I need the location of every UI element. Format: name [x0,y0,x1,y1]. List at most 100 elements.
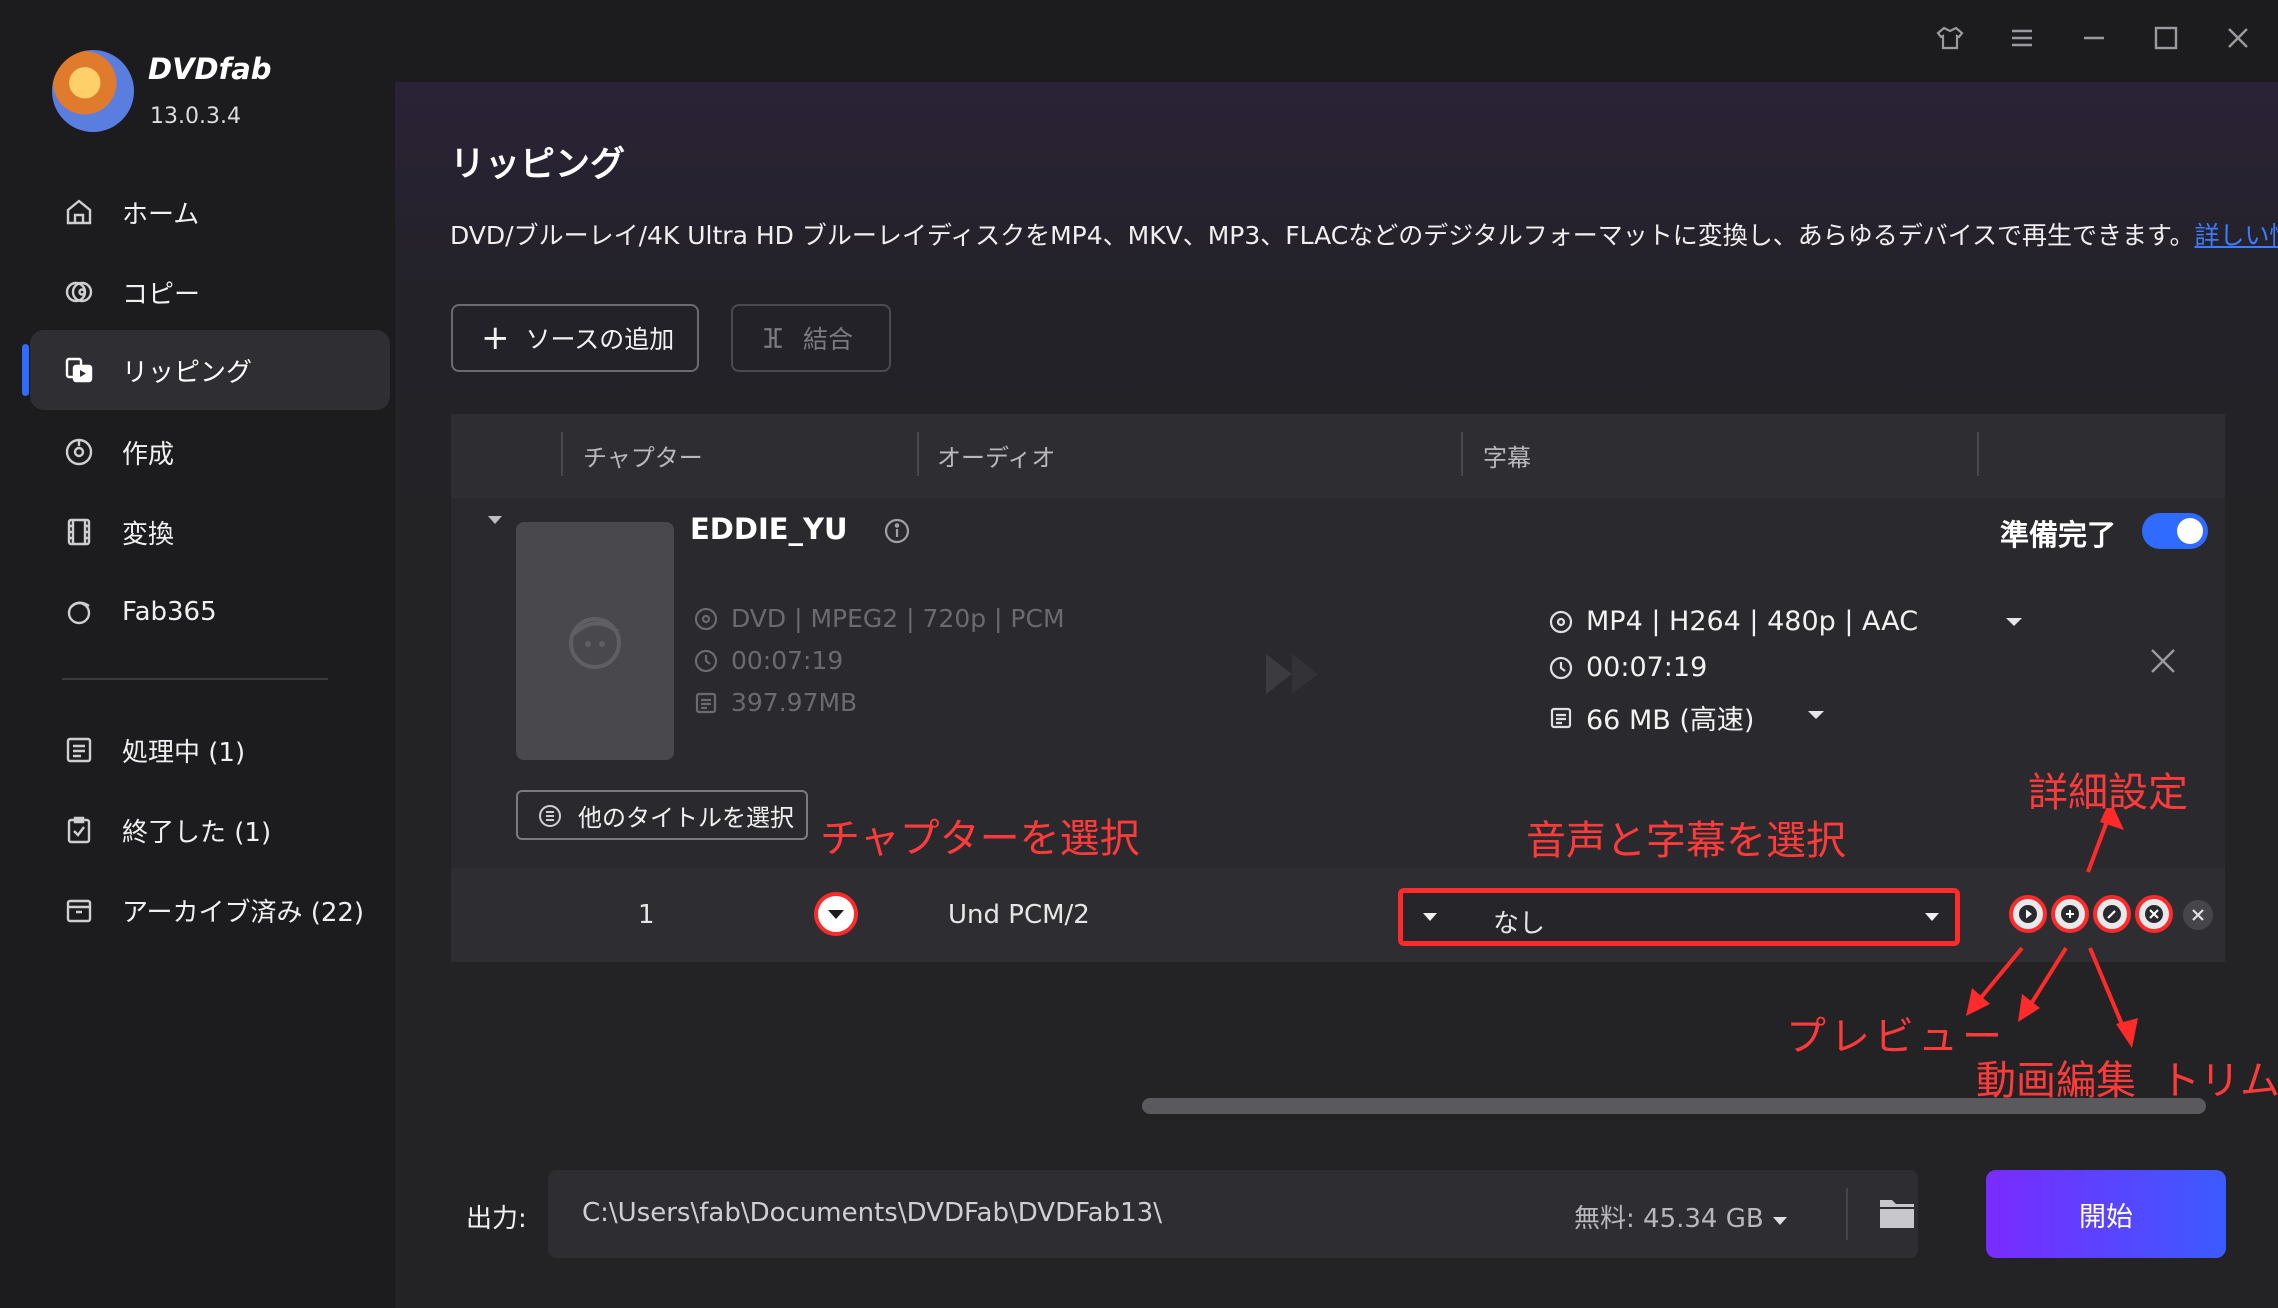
output-duration-text: 00:07:19 [1586,652,1708,683]
sidebar-item-label: 処理中 (1) [122,737,246,768]
skin-icon[interactable] [1930,18,1970,58]
sidebar-item-finished[interactable]: 終了した (1) [30,790,390,870]
page-title: リッピング [450,145,626,185]
source-duration: 00:07:19 [693,646,843,675]
plus-icon: + [481,318,510,358]
output-format[interactable]: MP4 | H264 | 480p | AAC [1548,606,1918,637]
annotation-chapter: チャプターを選択 [820,816,1140,862]
creator-icon [62,435,96,469]
file-size-icon [1550,707,1572,728]
sidebar-item-creator[interactable]: 作成 [30,412,390,492]
merge-button[interactable]: 結合 [731,304,891,372]
free-space-dropdown-icon [1772,1217,1787,1225]
app-version: 13.0.3.4 [150,104,241,129]
other-titles-button[interactable]: 他のタイトルを選択 [516,790,808,840]
size-dropdown-icon[interactable] [1806,707,1826,726]
thumbnail [516,522,674,760]
free-space[interactable]: 無料: 45.34 GB [1574,1198,1788,1235]
output-format-text: MP4 | H264 | 480p | AAC [1586,606,1919,637]
source-format: DVD | MPEG2 | 720p | PCM [693,604,1065,633]
archive-icon [62,893,96,927]
horizontal-scrollbar[interactable] [1142,1098,2206,1114]
fab365-icon [62,595,96,629]
list-icon [539,805,561,827]
sidebar: DVDfab 13.0.3.4 ホーム コピー リッピング 作成 変換 Fab3… [0,0,395,1308]
chapter-number: 1 [638,900,655,930]
sidebar-item-converter[interactable]: 変換 [30,492,390,572]
format-dropdown-icon[interactable] [2004,614,2024,633]
remove-title-icon[interactable] [2148,646,2178,680]
remove-chapter-icon[interactable] [2183,900,2213,930]
column-chapter: チャプター [583,444,703,472]
ready-label: 準備完了 [2000,518,2117,552]
annotation-audio-subtitle: 音声と字幕を選択 [1526,818,1846,864]
processing-icon [62,733,96,767]
sidebar-item-label: Fab365 [122,597,217,627]
clock-icon [694,649,718,672]
close-window-icon[interactable] [2218,18,2258,58]
home-icon [62,195,96,229]
source-format-text: DVD | MPEG2 | 720p | PCM [731,604,1065,633]
column-separator [1461,432,1463,476]
file-size-icon [695,692,717,713]
audio-dropdown-icon [1423,913,1437,921]
chapter-select-icon[interactable] [814,892,858,936]
collapse-chevron-icon[interactable] [486,512,504,526]
menu-icon[interactable] [2002,18,2042,58]
copy-icon [62,275,96,309]
column-separator [917,432,919,476]
output-size[interactable]: 66 MB (高速) [1548,698,1754,737]
free-space-text: 無料: 45.34 GB [1574,1204,1764,1234]
converter-icon [62,515,96,549]
placeholder-mascot-icon [569,617,621,669]
subtitle-value: なし [1493,909,1546,939]
dvdfab-logo [52,50,134,132]
description-text: DVD/ブルーレイ/4K Ultra HD ブルーレイディスクをMP4、MKV、… [450,221,2195,250]
title-name: EDDIE_YU [690,512,848,546]
path-separator [1846,1188,1848,1240]
subtitle-dropdown-icon [1925,913,1939,921]
app-name: DVDfab [148,52,272,86]
format-disc-icon [1549,610,1573,633]
minimize-icon[interactable] [2074,18,2114,58]
source-size: 397.97MB [693,688,857,717]
column-subtitle: 字幕 [1483,444,1531,472]
sidebar-item-label: 作成 [122,439,175,470]
annotation-preview: プレビュー [1786,1014,2006,1060]
add-source-label: ソースの追加 [525,325,675,354]
output-duration: 00:07:19 [1548,652,1707,683]
folder-icon[interactable] [1878,1196,1916,1234]
info-icon[interactable] [883,517,911,549]
sidebar-item-archive[interactable]: アーカイブ済み (22) [30,870,390,950]
output-size-text: 66 MB (高速) [1586,705,1755,736]
column-audio: オーディオ [937,444,1056,472]
disc-icon [694,607,718,630]
start-button[interactable]: 開始 [1986,1170,2226,1258]
sidebar-item-label: ホーム [122,199,200,230]
maximize-icon[interactable] [2146,18,2186,58]
audio-track[interactable]: Und PCM/2 [948,900,1090,930]
table-header: チャプター オーディオ 字幕 [451,414,2225,498]
sidebar-item-processing[interactable]: 処理中 (1) [30,710,390,790]
other-titles-label: 他のタイトルを選択 [578,803,794,832]
subtitle-select[interactable]: なし [1398,888,1960,946]
page-description: DVD/ブルーレイ/4K Ultra HD ブルーレイディスクをMP4、MKV、… [450,216,2278,252]
source-size-text: 397.97MB [731,688,858,717]
output-label: 出力: [466,1204,527,1234]
finished-icon [62,813,96,847]
output-path: C:\Users\fab\Documents\DVDFab\DVDFab13\ [582,1198,1162,1228]
merge-icon [759,324,787,352]
sidebar-item-fab365[interactable]: Fab365 [30,572,390,652]
sidebar-item-ripper[interactable]: リッピング [22,330,390,410]
sidebar-item-home[interactable]: ホーム [30,172,390,252]
sidebar-item-label: アーカイブ済み (22) [122,897,365,928]
ripper-icon [62,353,96,387]
add-source-button[interactable]: + ソースの追加 [451,304,699,372]
sidebar-item-copy[interactable]: コピー [30,252,390,332]
ready-toggle[interactable] [2142,513,2208,549]
sidebar-item-label: 終了した (1) [122,817,272,848]
merge-label: 結合 [803,325,854,354]
clock-icon [1549,656,1573,679]
more-info-link[interactable]: 詳しい情報... [2195,221,2278,250]
column-separator [1977,432,1979,476]
